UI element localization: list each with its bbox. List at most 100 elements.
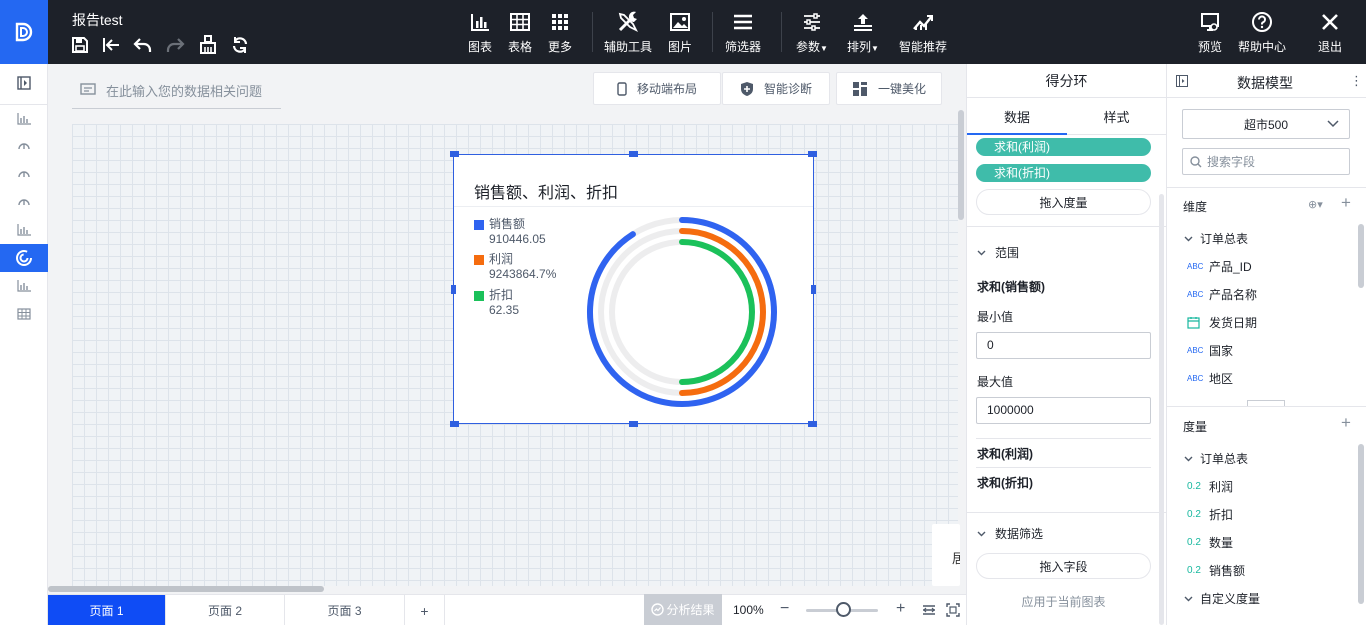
toolbar-table[interactable]: 表格 bbox=[506, 11, 534, 55]
config-scrollbar[interactable] bbox=[1159, 194, 1164, 625]
dimension-scrollbar[interactable] bbox=[1358, 224, 1364, 288]
toolbar-image[interactable]: 图片 bbox=[666, 11, 694, 55]
range-field-profit[interactable]: 求和(利润) bbox=[977, 445, 1033, 462]
measure-group[interactable]: 订单总表 bbox=[1184, 450, 1248, 467]
measure-scrollbar[interactable] bbox=[1358, 444, 1364, 604]
legend-item-profit[interactable]: 利润 9243864.7% bbox=[474, 252, 556, 282]
help-center-button[interactable]: 帮助中心 bbox=[1236, 11, 1288, 55]
floating-panel-stub[interactable]: 居 bbox=[932, 524, 960, 586]
max-value-input[interactable]: 1000000 bbox=[976, 397, 1151, 424]
rail-gauge-icon[interactable] bbox=[0, 188, 48, 216]
toolbar-aux-tools[interactable]: 辅助工具 bbox=[602, 11, 654, 55]
dimension-field[interactable]: ABC 产品_ID bbox=[1187, 258, 1252, 275]
dataset-select[interactable]: 超市500 bbox=[1182, 109, 1350, 139]
mobile-layout-button[interactable]: 移动端布局 bbox=[593, 72, 721, 105]
zoom-slider-thumb[interactable] bbox=[836, 602, 851, 617]
measure-field[interactable]: 0.2 利润 bbox=[1187, 478, 1233, 495]
toolbar-smart-recommend[interactable]: 智能推荐 bbox=[897, 11, 949, 55]
fit-screen-icon[interactable] bbox=[946, 603, 960, 617]
range-field-discount[interactable]: 求和(折扣) bbox=[977, 474, 1033, 491]
toolbar-params[interactable]: 参数▼ bbox=[793, 11, 831, 55]
redo-icon[interactable] bbox=[164, 34, 186, 56]
zoom-in-icon[interactable]: + bbox=[896, 600, 905, 618]
measure-field[interactable]: 0.2 数量 bbox=[1187, 534, 1233, 551]
measures-header: 度量 bbox=[1183, 420, 1208, 434]
rail-bar-chart-icon[interactable] bbox=[0, 216, 48, 244]
dimension-field[interactable]: ABC 地区 bbox=[1187, 370, 1233, 387]
min-value-input[interactable]: 0 bbox=[976, 332, 1151, 359]
page-tab[interactable]: 页面 1 bbox=[48, 595, 166, 625]
page-tab[interactable]: 页面 2 bbox=[166, 595, 285, 625]
dimension-group[interactable]: 订单总表 bbox=[1184, 230, 1248, 247]
beautify-button[interactable]: 一键美化 bbox=[836, 72, 942, 105]
rail-bar-chart-icon[interactable] bbox=[0, 272, 48, 300]
drop-field-zone[interactable]: 拖入字段 bbox=[976, 553, 1151, 579]
more-vertical-icon[interactable]: ⋮ bbox=[1350, 73, 1363, 89]
undo-icon[interactable] bbox=[132, 34, 154, 56]
dimension-field[interactable]: ABC 国家 bbox=[1187, 342, 1233, 359]
resize-handle[interactable] bbox=[450, 151, 459, 157]
fit-width-icon[interactable] bbox=[922, 603, 936, 617]
measure-field[interactable]: 0.2 销售额 bbox=[1187, 562, 1245, 579]
clean-icon[interactable] bbox=[197, 34, 219, 56]
add-dimension-icon[interactable]: + bbox=[1341, 193, 1351, 213]
rail-gauge-icon[interactable] bbox=[0, 132, 48, 160]
max-value-label: 最大值 bbox=[977, 375, 1014, 389]
resize-handle[interactable] bbox=[629, 421, 638, 427]
canvas-vertical-scrollbar[interactable] bbox=[958, 110, 964, 220]
dimension-field[interactable]: 发货日期 bbox=[1187, 314, 1257, 331]
rail-bar-chart-icon[interactable] bbox=[0, 104, 48, 132]
resize-handle[interactable] bbox=[808, 151, 817, 157]
preview-button[interactable]: 预览 bbox=[1196, 11, 1224, 55]
analysis-result-button[interactable]: 分析结果 bbox=[644, 594, 722, 625]
toolbar-more[interactable]: 更多 bbox=[546, 11, 574, 55]
ring-arc-discount[interactable] bbox=[679, 239, 755, 385]
exit-button[interactable]: 退出 bbox=[1316, 11, 1344, 55]
toolbar-chart[interactable]: 图表 bbox=[466, 11, 494, 55]
add-measure-icon[interactable]: + bbox=[1341, 413, 1351, 433]
rail-gauge-icon[interactable] bbox=[0, 160, 48, 188]
export-icon[interactable] bbox=[100, 34, 122, 56]
rail-score-ring-icon[interactable] bbox=[0, 244, 48, 272]
measure-field-name: 利润 bbox=[1209, 480, 1234, 494]
canvas-horizontal-scrollbar[interactable] bbox=[48, 586, 324, 592]
ask-input[interactable]: 在此输入您的数据相关问题 bbox=[72, 72, 281, 109]
page-tab[interactable]: 页面 3 bbox=[285, 595, 405, 625]
add-page-button[interactable]: + bbox=[405, 595, 445, 625]
collapse-rail-icon[interactable] bbox=[0, 69, 48, 97]
legend-item-sales[interactable]: 销售额 910446.05 bbox=[474, 217, 546, 247]
drop-measure-label: 拖入度量 bbox=[1039, 195, 1088, 210]
measure-pill[interactable]: 求和(利润) bbox=[976, 138, 1151, 156]
resize-handle[interactable] bbox=[808, 421, 817, 427]
toolbar-arrange-label: 排列▼ bbox=[847, 38, 879, 55]
measure-field[interactable]: 0.2 折扣 bbox=[1187, 506, 1233, 523]
tab-style[interactable]: 样式 bbox=[1067, 99, 1166, 135]
refresh-icon[interactable] bbox=[229, 34, 251, 56]
rail-table-icon[interactable] bbox=[0, 300, 48, 328]
ring-arc-sales[interactable] bbox=[587, 217, 777, 407]
resize-handle[interactable] bbox=[450, 421, 459, 427]
drop-measure-zone[interactable]: 拖入度量 bbox=[976, 189, 1151, 215]
range-section-header[interactable]: 范围 bbox=[977, 244, 1019, 261]
field-search-input[interactable]: 搜索字段 bbox=[1182, 148, 1350, 175]
apply-to-current-chart[interactable]: 应用于当前图表 bbox=[967, 593, 1160, 610]
zoom-out-icon[interactable]: − bbox=[780, 600, 789, 618]
smart-diagnosis-button[interactable]: 智能诊断 bbox=[722, 72, 830, 105]
save-icon[interactable] bbox=[69, 34, 91, 56]
tab-data[interactable]: 数据 bbox=[967, 99, 1067, 135]
custom-measure-group[interactable]: 自定义度量 bbox=[1184, 590, 1260, 607]
globe-icon[interactable]: ⊕▾ bbox=[1308, 198, 1323, 211]
app-logo[interactable] bbox=[0, 0, 48, 64]
toolbar-arrange[interactable]: 排列▼ bbox=[844, 11, 882, 55]
resize-handle[interactable] bbox=[451, 285, 456, 294]
resize-handle[interactable] bbox=[811, 285, 816, 294]
resize-handle[interactable] bbox=[629, 151, 638, 157]
toolbar-filter[interactable]: 筛选器 bbox=[723, 11, 763, 55]
report-title[interactable]: 报告test bbox=[72, 10, 123, 30]
dimension-field[interactable]: ABC 产品名称 bbox=[1187, 286, 1257, 303]
data-filter-section-header[interactable]: 数据筛选 bbox=[977, 525, 1043, 542]
legend-item-discount[interactable]: 折扣 62.35 bbox=[474, 288, 519, 318]
measure-pill[interactable]: 求和(折扣) bbox=[976, 164, 1151, 182]
chart-widget[interactable]: 销售额、利润、折扣 销售额 910446.05 利润 9243864.7% 折扣… bbox=[450, 151, 817, 427]
collapse-panel-icon[interactable] bbox=[1176, 75, 1188, 87]
